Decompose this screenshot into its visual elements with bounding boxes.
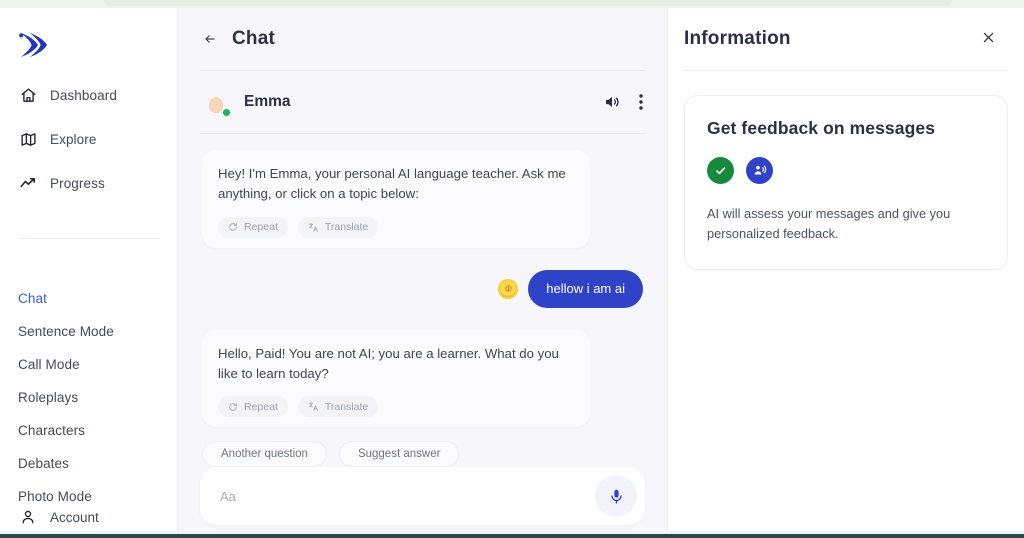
sidebar-item-label: Account: [50, 509, 99, 525]
trending-up-icon: [18, 173, 38, 193]
sidebar-item-roleplays[interactable]: Roleplays: [0, 389, 178, 407]
information-divider: [684, 70, 1008, 71]
translate-icon: [308, 401, 319, 412]
refresh-icon: [228, 222, 238, 232]
message-actions: Repeat Translate: [218, 216, 574, 238]
persona-row: Emma: [178, 71, 667, 133]
page-title: Chat: [232, 28, 276, 49]
repeat-label: Repeat: [244, 221, 278, 234]
feedback-badges: [707, 157, 985, 184]
information-header: Information: [668, 8, 1024, 70]
sidebar-item-chat[interactable]: Chat: [0, 290, 178, 308]
suggestion-chips: Another question Suggest answer: [202, 441, 643, 468]
chat-topbar: Chat: [178, 8, 667, 70]
repeat-button[interactable]: Repeat: [218, 396, 288, 418]
message-text: Hello, Paid! You are not AI; you are a l…: [218, 345, 559, 381]
avatar: [202, 88, 231, 117]
top-chrome-strip-inner: [104, 0, 952, 6]
sidebar-item-label: Progress: [50, 175, 105, 191]
persona-actions: [603, 93, 643, 111]
message-row-user: hellow i am ai: [202, 269, 643, 308]
voice-badge: [746, 157, 773, 184]
close-icon[interactable]: [981, 30, 996, 48]
sidebar-item-sentence-mode[interactable]: Sentence Mode: [0, 323, 178, 341]
sidebar-item-debates[interactable]: Debates: [0, 455, 178, 473]
repeat-button[interactable]: Repeat: [218, 216, 288, 238]
sidebar-item-account[interactable]: Account: [0, 507, 178, 527]
map-icon: [18, 129, 38, 149]
sidebar-item-progress[interactable]: Progress: [0, 168, 178, 198]
chat-panel: Chat Emma Hey! I'm Emma, your personal A…: [178, 8, 668, 535]
check-badge: [707, 157, 734, 184]
sidebar-item-label: Dashboard: [50, 87, 117, 103]
repeat-label: Repeat: [244, 400, 278, 413]
sidebar-item-characters[interactable]: Characters: [0, 422, 178, 440]
sidebar-primary-nav: Dashboard Explore Progress: [0, 80, 178, 212]
suggest-answer-button[interactable]: Suggest answer: [338, 441, 460, 468]
message-input[interactable]: [220, 488, 595, 504]
translate-label: Translate: [324, 221, 369, 234]
home-icon: [18, 85, 38, 105]
translate-button[interactable]: Translate: [297, 216, 379, 238]
message-actions: Repeat Translate: [218, 396, 574, 418]
translate-label: Translate: [324, 400, 369, 413]
sidebar-modes-nav: Chat Sentence Mode Call Mode Roleplays C…: [0, 290, 178, 521]
information-title: Information: [684, 28, 791, 49]
feedback-card-title: Get feedback on messages: [707, 118, 936, 138]
microphone-icon[interactable]: [595, 475, 637, 517]
message-bubble-assistant: Hey! I'm Emma, your personal AI language…: [202, 150, 590, 248]
top-chrome-strip: [0, 0, 1024, 8]
information-panel: Information Get feedback on messages AI …: [668, 8, 1024, 535]
person-icon: [18, 507, 38, 527]
translate-icon: [308, 222, 319, 233]
message-text: Hey! I'm Emma, your personal AI language…: [218, 166, 566, 202]
arrow-left-icon[interactable]: [202, 32, 218, 46]
app-window: Dashboard Explore Progress Chat Sentence…: [0, 0, 1024, 538]
sidebar: Dashboard Explore Progress Chat Sentence…: [0, 8, 178, 535]
online-status-dot: [222, 108, 231, 117]
coin-avatar: [498, 278, 519, 299]
bottom-chrome-dark: [0, 534, 1024, 538]
sidebar-item-dashboard[interactable]: Dashboard: [0, 80, 178, 110]
sidebar-item-photo-mode[interactable]: Photo Mode: [0, 488, 178, 506]
feedback-card: Get feedback on messages AI will assess …: [684, 95, 1008, 270]
message-bubble-assistant: Hello, Paid! You are not AI; you are a l…: [202, 329, 590, 428]
persona-name: Emma: [244, 93, 291, 110]
sidebar-divider: [18, 238, 160, 239]
sidebar-item-explore[interactable]: Explore: [0, 124, 178, 154]
translate-button[interactable]: Translate: [297, 396, 379, 418]
message-list: Hey! I'm Emma, your personal AI language…: [178, 134, 667, 468]
sidebar-item-label: Explore: [50, 131, 97, 147]
app-logo[interactable]: [14, 25, 54, 65]
message-composer: [200, 467, 645, 525]
message-bubble-user: hellow i am ai: [528, 269, 643, 308]
refresh-icon: [228, 402, 238, 412]
sidebar-item-call-mode[interactable]: Call Mode: [0, 356, 178, 374]
feedback-card-description: AI will assess your messages and give yo…: [707, 206, 951, 242]
another-question-button[interactable]: Another question: [202, 441, 327, 468]
speaker-icon[interactable]: [603, 93, 621, 111]
more-vertical-icon[interactable]: [639, 94, 643, 110]
